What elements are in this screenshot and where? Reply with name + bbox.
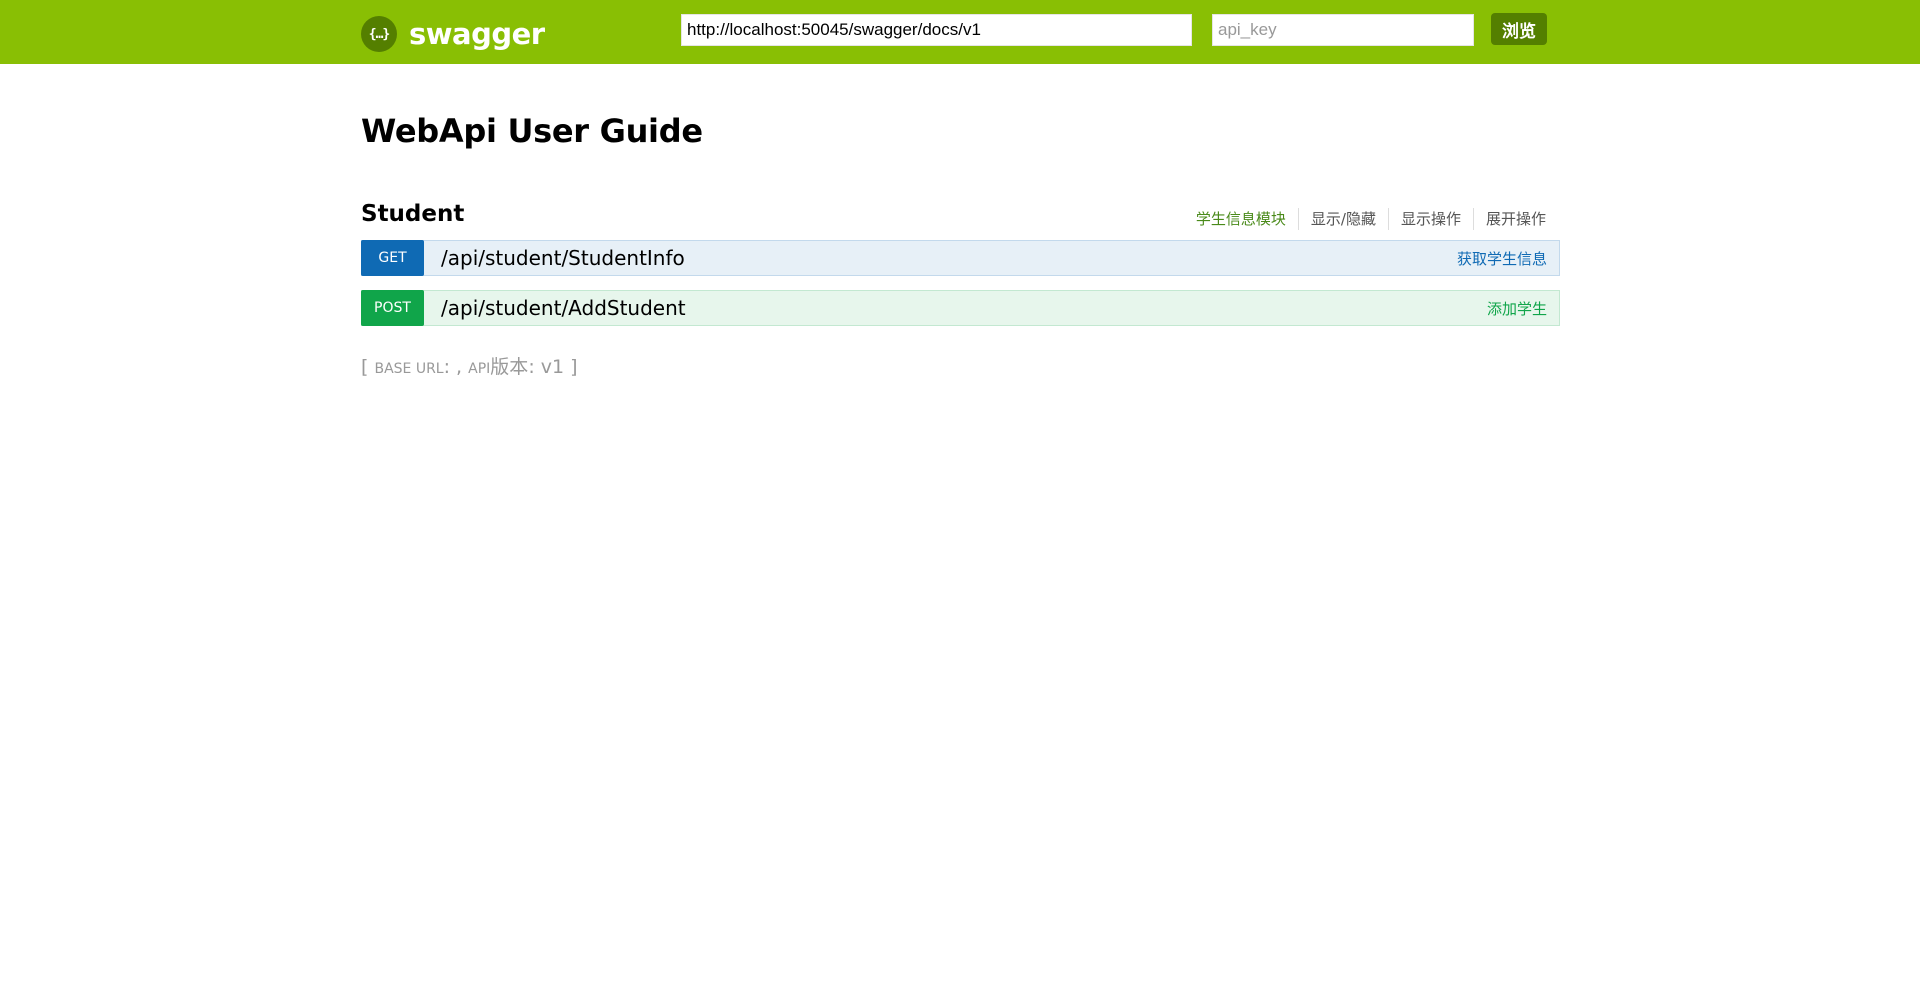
- api-key-input[interactable]: [1212, 14, 1474, 46]
- page-title: WebApi User Guide: [361, 112, 703, 150]
- operation-path[interactable]: /api/student/StudentInfo: [441, 246, 1457, 270]
- explore-button[interactable]: 浏览: [1491, 13, 1547, 45]
- footer-open-bracket: [: [361, 356, 369, 378]
- swagger-logo-icon: {…}: [361, 16, 397, 52]
- spec-url-input[interactable]: [681, 14, 1192, 46]
- base-url-label: BASE URL: [374, 361, 444, 377]
- resource-description-link[interactable]: 学生信息模块: [1196, 208, 1298, 230]
- top-bar: {…} swagger 浏览: [0, 0, 1920, 64]
- http-method-badge[interactable]: POST: [361, 290, 424, 326]
- operation-get-studentinfo[interactable]: GET /api/student/StudentInfo 获取学生信息: [361, 240, 1560, 276]
- show-hide-link[interactable]: 显示/隐藏: [1297, 208, 1388, 230]
- footer-close-bracket: ]: [570, 356, 578, 378]
- operation-path[interactable]: /api/student/AddStudent: [441, 296, 1487, 320]
- list-operations-link[interactable]: 显示操作: [1387, 208, 1473, 230]
- operation-post-addstudent[interactable]: POST /api/student/AddStudent 添加学生: [361, 290, 1560, 326]
- api-label: API: [468, 361, 491, 377]
- http-method-badge[interactable]: GET: [361, 240, 424, 276]
- version-label: 版本: [490, 356, 529, 378]
- resource-actions: 学生信息模块 显示/隐藏 显示操作 展开操作: [1196, 208, 1546, 230]
- swagger-logo[interactable]: {…} swagger: [361, 16, 545, 52]
- base-url-separator: : ,: [443, 356, 463, 378]
- logo-text: swagger: [409, 17, 545, 51]
- api-version-value: : v1: [528, 356, 565, 378]
- operation-summary[interactable]: 添加学生: [1487, 298, 1547, 319]
- operation-summary[interactable]: 获取学生信息: [1457, 248, 1547, 269]
- expand-operations-link[interactable]: 展开操作: [1472, 208, 1546, 230]
- resource-heading-student[interactable]: Student: [361, 201, 464, 227]
- api-info-footer: [ BASE URL: , API版本: v1 ]: [361, 352, 578, 379]
